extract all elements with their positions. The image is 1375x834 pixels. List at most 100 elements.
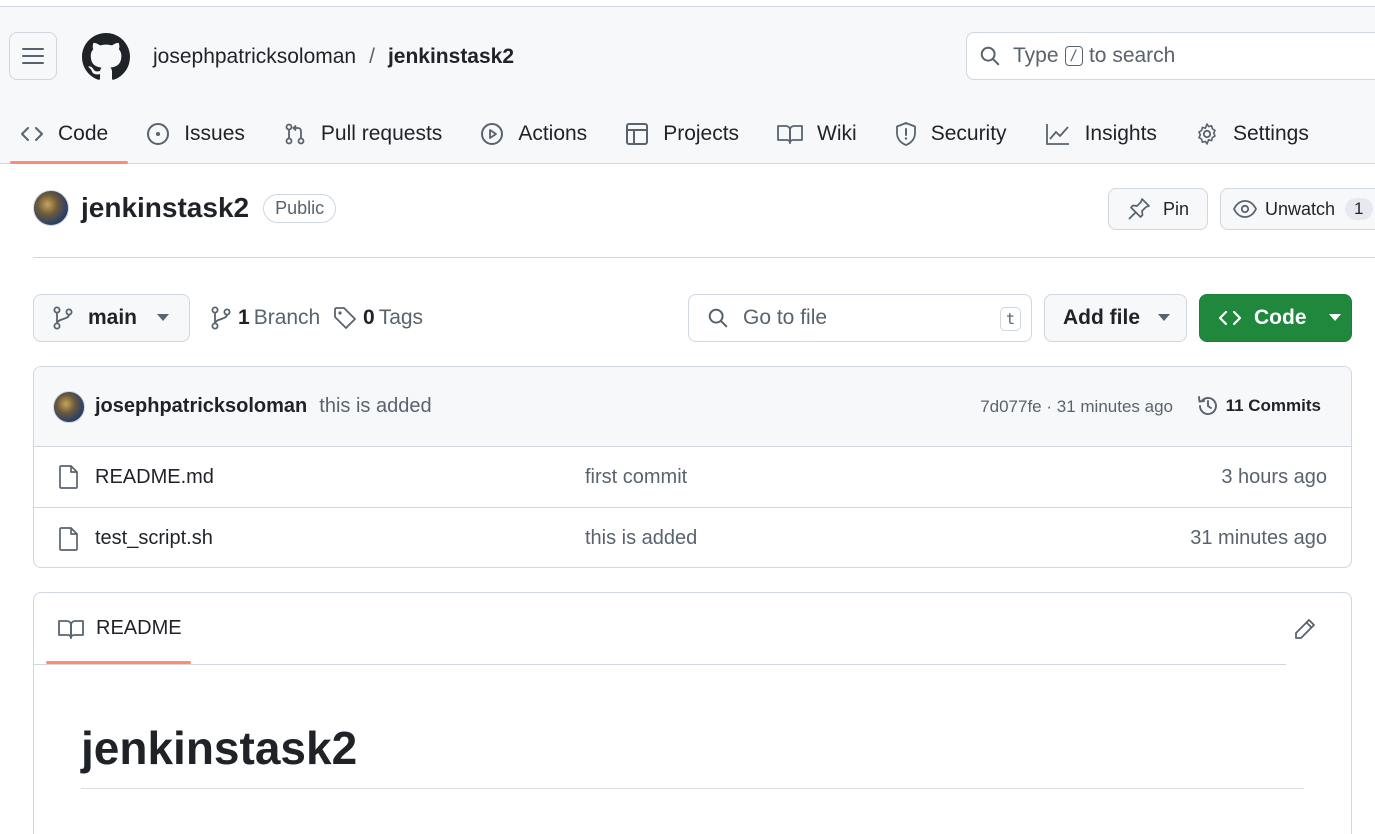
branch-name: main [88, 306, 138, 329]
search-placeholder-prefix: Type [1013, 44, 1059, 67]
readme-tab[interactable]: README [58, 617, 182, 640]
breadcrumb-separator: / [369, 45, 375, 68]
chevron-down-icon [157, 314, 170, 321]
repo-title[interactable]: jenkinstask2 [81, 192, 249, 224]
tab-issues[interactable]: Issues [126, 105, 263, 163]
readme-heading: jenkinstask2 [81, 722, 358, 774]
search-icon [708, 308, 728, 328]
watch-count: 1 [1345, 198, 1373, 220]
owner-link[interactable]: josephpatricksoloman [153, 43, 356, 71]
tab-label: Issues [184, 122, 245, 145]
file-name-link[interactable]: README.md [95, 466, 214, 489]
code-button-label: Code [1254, 306, 1307, 329]
readme-divider [34, 664, 1286, 665]
add-file-button[interactable]: Add file [1044, 294, 1187, 342]
pin-button[interactable]: Pin [1108, 188, 1208, 230]
tab-pull-requests[interactable]: Pull requests [263, 105, 460, 163]
table-row[interactable]: README.md first commit 3 hours ago [34, 447, 1351, 508]
active-tab-underline [10, 161, 129, 164]
file-list: josephpatricksoloman this is added 7d077… [33, 366, 1352, 568]
file-commit-message[interactable]: this is added [585, 527, 697, 550]
top-border [0, 0, 1375, 7]
breadcrumb: josephpatricksoloman / jenkinstask2 [153, 43, 514, 71]
code-dropdown-button[interactable]: Code [1199, 294, 1352, 342]
tab-settings[interactable]: Settings [1175, 105, 1327, 163]
tag-count: 0 [363, 306, 375, 329]
go-to-file-shortcut: t [999, 307, 1021, 331]
commit-author-avatar[interactable] [53, 390, 85, 423]
gear-icon [1198, 123, 1216, 145]
branches-link[interactable]: 1 Branch [210, 306, 320, 330]
tab-code[interactable]: Code [0, 105, 129, 164]
go-to-file-placeholder: Go to file [743, 306, 828, 329]
tab-label: Pull requests [320, 122, 443, 145]
branch-count: 1 [238, 306, 250, 329]
file-name-link[interactable]: test_script.sh [95, 527, 213, 550]
repo-link[interactable]: jenkinstask2 [388, 43, 514, 71]
unwatch-button[interactable]: Unwatch 1 [1220, 188, 1375, 230]
chevron-down-icon [1328, 314, 1341, 321]
commits-history-link[interactable]: 11 Commits [1196, 394, 1321, 418]
latest-commit-row: josephpatricksoloman this is added 7d077… [34, 367, 1351, 447]
go-to-file-input[interactable]: Go to file t [688, 294, 1032, 342]
code-icon [21, 127, 43, 141]
visibility-badge: Public [263, 193, 337, 223]
file-commit-time: 3 hours ago [1221, 465, 1327, 488]
readme-heading-rule [81, 788, 1304, 789]
shield-icon [895, 122, 916, 146]
global-search-input[interactable]: Type / to search [966, 32, 1375, 80]
tag-count-label: Tags [378, 306, 424, 329]
add-file-label: Add file [1063, 306, 1140, 329]
tab-label: Projects [663, 122, 740, 145]
commit-hash-time[interactable]: 7d077fe · 31 minutes ago [980, 397, 1173, 417]
commits-count: 11 Commits [1225, 396, 1321, 415]
menu-button[interactable] [9, 32, 57, 80]
readme-panel: README jenkinstask2 [33, 592, 1352, 834]
tab-insights[interactable]: Insights [1025, 105, 1175, 163]
tab-security[interactable]: Security [875, 105, 1025, 163]
tab-actions[interactable]: Actions [460, 105, 605, 163]
branch-select-button[interactable]: main [33, 294, 190, 342]
hamburger-icon [22, 48, 44, 64]
commit-message[interactable]: this is added [319, 395, 431, 418]
tab-projects[interactable]: Projects [605, 105, 757, 163]
book-icon [777, 125, 803, 144]
edit-readme-button[interactable] [1293, 617, 1317, 646]
file-icon [59, 465, 78, 489]
readme-tab-label: README [96, 617, 182, 639]
file-icon [59, 526, 78, 551]
pencil-icon [1295, 619, 1315, 639]
tag-icon [334, 307, 356, 329]
history-icon [1197, 396, 1217, 415]
repo-nav-tabs: Code Issues Pull requests Actions Projec… [0, 105, 1327, 164]
pull-request-icon [285, 123, 305, 145]
tab-wiki[interactable]: Wiki [757, 105, 875, 163]
file-commit-message[interactable]: first commit [585, 466, 687, 489]
github-logo-icon[interactable] [82, 33, 130, 81]
search-icon [980, 46, 1000, 66]
tab-label: Actions [518, 122, 588, 145]
table-icon [626, 123, 649, 145]
graph-icon [1045, 124, 1069, 145]
tab-label: Wiki [817, 122, 857, 145]
tab-label: Security [930, 122, 1007, 145]
unwatch-label: Unwatch [1265, 198, 1336, 219]
branch-count-label: Branch [253, 306, 321, 329]
owner-avatar[interactable] [33, 190, 69, 226]
issue-icon [147, 123, 170, 145]
branch-icon [53, 306, 73, 330]
tab-label: Code [58, 122, 109, 145]
pin-icon [1128, 198, 1150, 220]
search-placeholder-suffix: to search [1088, 44, 1176, 67]
table-row[interactable]: test_script.sh this is added 31 minutes … [34, 508, 1351, 567]
branch-icon [211, 306, 231, 330]
code-icon [1218, 310, 1242, 326]
play-icon [481, 123, 504, 145]
file-commit-time: 31 minutes ago [1190, 527, 1327, 549]
search-shortcut-key: / [1064, 46, 1083, 66]
tags-link[interactable]: 0 Tags [333, 306, 423, 330]
book-icon [58, 619, 84, 639]
pin-label: Pin [1163, 198, 1190, 219]
commit-author[interactable]: josephpatricksoloman [95, 395, 307, 418]
eye-icon [1233, 200, 1257, 218]
